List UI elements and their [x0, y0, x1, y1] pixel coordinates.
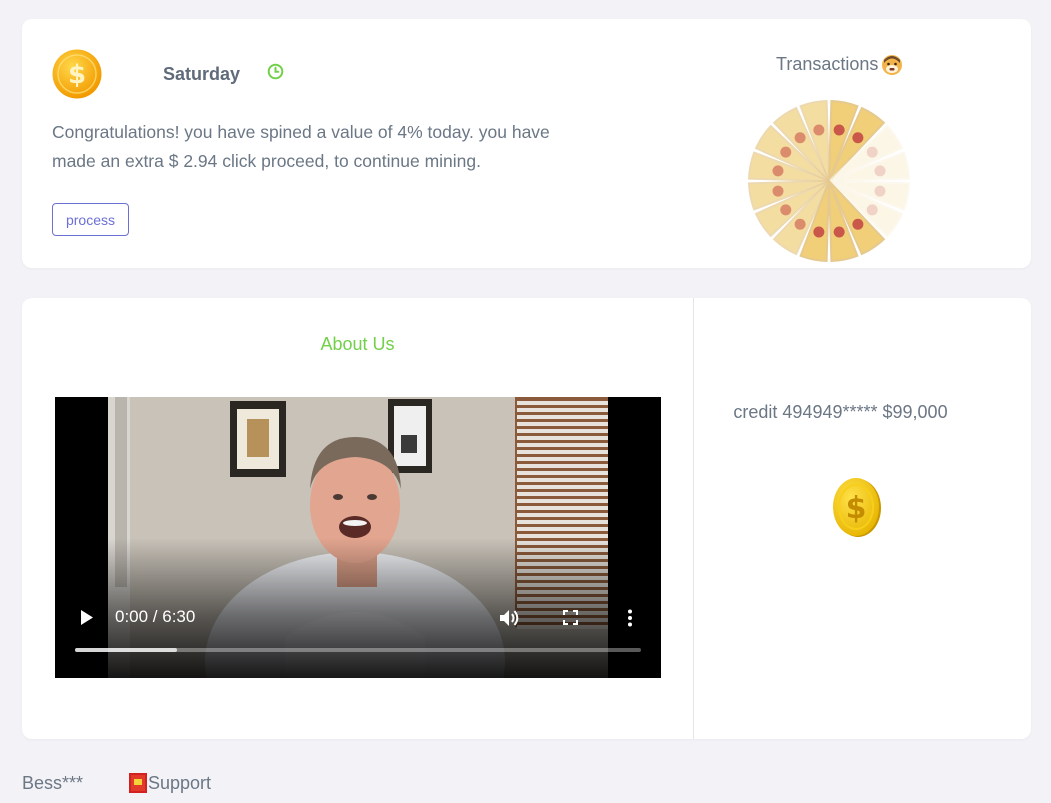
emoji-face-icon — [882, 55, 902, 75]
fullscreen-icon[interactable] — [563, 610, 578, 625]
spin-message: Congratulations! you have spined a value… — [52, 122, 550, 171]
video-time: 0:00 / 6:30 — [115, 607, 196, 626]
svg-text:$: $ — [68, 60, 86, 90]
support-link[interactable]: Support — [148, 773, 211, 794]
transactions-heading: Transactions — [776, 54, 879, 74]
clock-icon — [267, 63, 284, 80]
svg-text:$: $ — [846, 491, 867, 526]
credit-entry: credit 494949***** $99,000 — [733, 402, 948, 422]
spin-result-card: $ Saturday Congratulations! you have spi… — [22, 19, 1031, 268]
day-label: Saturday — [163, 64, 241, 84]
gold-coin-icon: $ — [833, 478, 881, 537]
about-us-heading: About Us — [320, 334, 395, 354]
more-options-icon[interactable] — [627, 609, 633, 627]
volume-icon[interactable] — [499, 608, 521, 628]
column-divider — [693, 298, 694, 739]
user-name: Bess*** — [22, 773, 84, 793]
process-button[interactable]: process — [52, 203, 129, 236]
video-progress-fill — [75, 648, 177, 652]
play-icon[interactable] — [80, 609, 94, 626]
video-progress-bar[interactable] — [75, 648, 641, 652]
support-icon — [129, 773, 147, 793]
video-player[interactable]: 0:00 / 6:30 — [55, 397, 661, 678]
pizza-wheel-image — [748, 100, 910, 262]
dollar-coin-icon: $ — [52, 49, 102, 99]
